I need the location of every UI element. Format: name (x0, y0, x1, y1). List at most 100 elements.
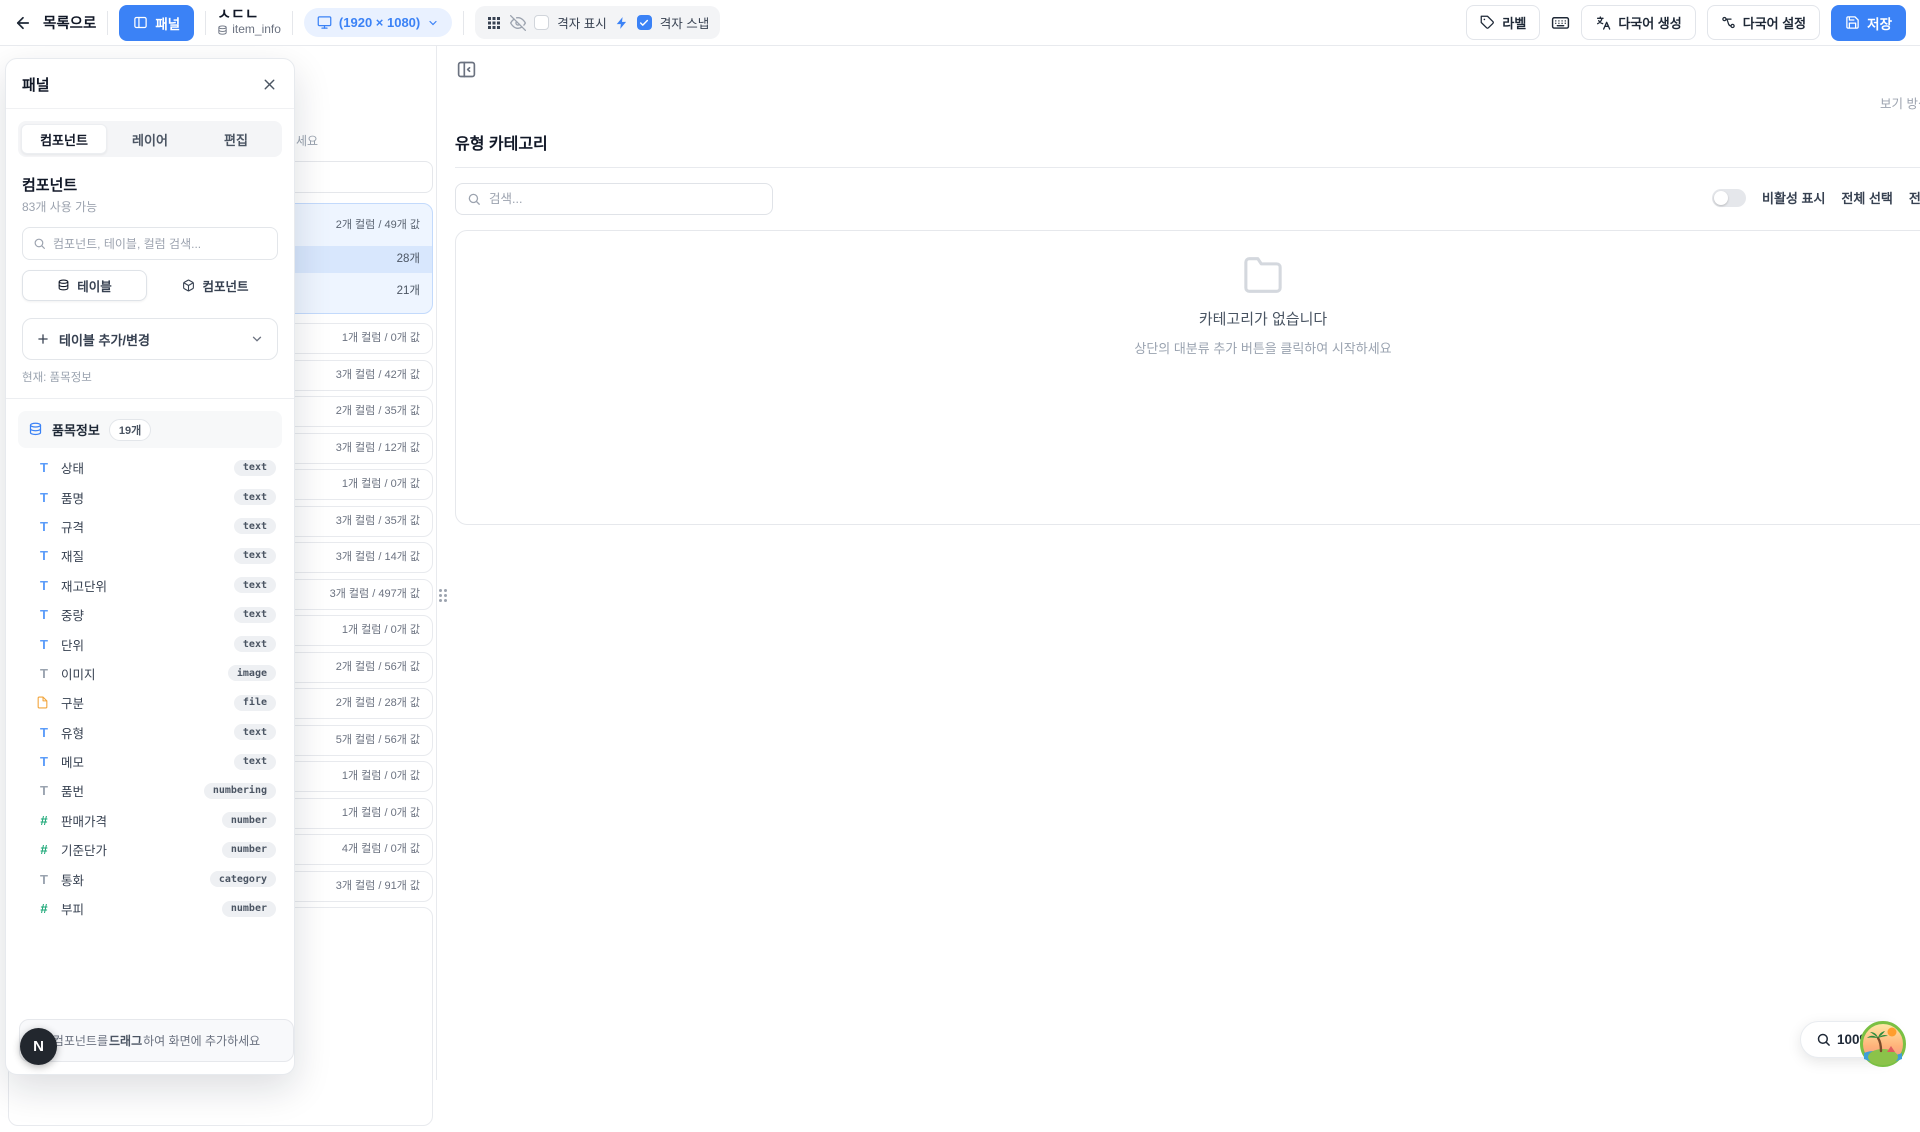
field-name: 재고단위 (61, 576, 107, 595)
field-row[interactable]: T유형text (6, 718, 294, 747)
panel-resize-handle[interactable] (439, 589, 447, 602)
field-row[interactable]: T메모text (6, 747, 294, 776)
field-row[interactable]: T품번numbering (6, 776, 294, 805)
plus-icon (36, 332, 50, 346)
inactive-toggle-label[interactable]: 비활성 표시 (1762, 188, 1825, 207)
field-row[interactable]: T중량text (6, 600, 294, 629)
search-icon (33, 237, 46, 250)
field-type-icon: T (36, 783, 52, 798)
empty-state-title: 카테고리가 없습니다 (1199, 308, 1327, 329)
viewport-size-dropdown[interactable]: (1920 × 1080) (304, 8, 452, 37)
empty-state: 카테고리가 없습니다 상단의 대분류 추가 버튼을 클릭하여 시작하세요 (455, 230, 1920, 525)
grid-snap-checkbox[interactable] (637, 15, 652, 30)
panel-tabs: 컴포넌트 레이어 편집 (18, 121, 282, 157)
save-button[interactable]: 저장 (1831, 5, 1906, 41)
keyboard-shortcuts-button[interactable] (1551, 13, 1570, 32)
component-search-input[interactable] (53, 237, 267, 251)
label-button-text: 라벨 (1502, 13, 1526, 32)
arrow-left-icon (14, 14, 32, 32)
back-button[interactable] (14, 14, 32, 32)
grid-show-checkbox[interactable] (534, 15, 549, 30)
truncated-control-label[interactable]: 전 (1909, 188, 1920, 207)
list-controls: 비활성 표시 전체 선택 전 (1712, 188, 1920, 207)
close-icon (261, 76, 278, 93)
multilang-settings-button[interactable]: 다국어 설정 (1707, 5, 1820, 40)
magnifier-icon (1816, 1032, 1831, 1047)
workflow-icon (1721, 15, 1736, 30)
multilang-generate-text: 다국어 생성 (1618, 13, 1681, 32)
page-title: ㅅㄷㄴ (217, 6, 281, 23)
mode-table-label: 테이블 (77, 276, 112, 295)
chevron-down-icon (427, 17, 439, 29)
mode-component-label: 컴포넌트 (202, 276, 248, 295)
tab-edit[interactable]: 편집 (193, 124, 279, 154)
collapse-panel-icon (456, 59, 477, 80)
field-row[interactable]: T이미지image (6, 659, 294, 688)
collapse-sidebar-button[interactable] (456, 59, 477, 80)
select-all-button[interactable]: 전체 선택 (1841, 188, 1892, 207)
category-search[interactable] (455, 183, 773, 215)
field-row[interactable]: T통화category (6, 864, 294, 893)
field-name: 품명 (61, 488, 84, 507)
tab-components[interactable]: 컴포넌트 (21, 124, 107, 154)
field-name: 상태 (61, 458, 84, 477)
app-logo-button[interactable]: N (20, 1028, 57, 1065)
field-type-badge: text (234, 607, 276, 623)
label-button[interactable]: 라벨 (1466, 5, 1540, 40)
field-row[interactable]: #부피number (6, 894, 294, 923)
field-name: 이미지 (61, 664, 96, 683)
field-row[interactable]: T상태text (6, 453, 294, 482)
view-mode-label: 보기 방식 (1880, 93, 1920, 112)
table-group-header[interactable]: 품목정보 19개 (18, 411, 282, 448)
field-row[interactable]: #기준단가number (6, 835, 294, 864)
field-row[interactable]: T재질text (6, 541, 294, 570)
field-row[interactable]: T재고단위text (6, 571, 294, 600)
mode-component-button[interactable]: 컴포넌트 (153, 270, 278, 301)
field-row[interactable]: 구분file (6, 688, 294, 717)
grid-show-label[interactable]: 격자 표시 (557, 13, 606, 32)
close-panel-button[interactable] (261, 76, 278, 93)
field-row[interactable]: T규격text (6, 512, 294, 541)
panel-toggle-button[interactable]: 패널 (119, 5, 194, 41)
components-section-title: 컴포넌트 (22, 174, 278, 195)
translate-icon (1595, 15, 1611, 31)
field-name: 부피 (61, 899, 84, 918)
field-type-icon: T (36, 578, 52, 593)
cube-icon (182, 279, 195, 292)
panel-icon (133, 15, 148, 30)
field-type-icon: T (36, 872, 52, 887)
island-extension-icon[interactable] (1860, 1021, 1906, 1067)
truncated-hint-text: 세요 (296, 132, 318, 149)
mode-table-button[interactable]: 테이블 (22, 270, 147, 301)
field-type-badge: number (222, 842, 276, 858)
field-row[interactable]: T품명text (6, 482, 294, 511)
tab-layers[interactable]: 레이어 (107, 124, 193, 154)
file-icon (36, 696, 49, 709)
search-icon (467, 192, 481, 206)
field-type-badge: number (222, 812, 276, 828)
field-type-icon: T (36, 666, 52, 681)
divider (6, 398, 294, 399)
field-type-badge: number (222, 901, 276, 917)
grid-snap-label[interactable]: 격자 스냅 (660, 13, 709, 32)
component-search[interactable] (22, 227, 278, 260)
add-table-dropdown[interactable]: 테이블 추가/변경 (22, 318, 278, 360)
field-type-badge: text (234, 489, 276, 505)
source-mode-switch: 테이블 컴포넌트 (22, 270, 278, 301)
category-search-input[interactable] (489, 192, 761, 206)
field-type-icon: T (36, 460, 52, 475)
field-row[interactable]: T단위text (6, 629, 294, 658)
back-label[interactable]: 목록으로 (43, 12, 96, 33)
field-name: 중량 (61, 605, 84, 624)
field-row[interactable]: #판매가격number (6, 806, 294, 835)
field-type-badge: text (234, 754, 276, 770)
divider (292, 11, 293, 35)
multilang-generate-button[interactable]: 다국어 생성 (1581, 5, 1695, 40)
inactive-toggle[interactable] (1712, 189, 1746, 207)
lightning-icon (615, 16, 629, 30)
component-panel: 패널 컴포넌트 레이어 편집 컴포넌트 83개 사용 가능 테이블 컴포넌트 테… (5, 58, 295, 1075)
document-title-block: ㅅㄷㄴ item_info (217, 6, 281, 37)
drag-hint: 컴포넌트를 드래그하여 화면에 추가하세요 (19, 1019, 294, 1062)
divider (205, 11, 206, 35)
monitor-icon (317, 15, 332, 30)
